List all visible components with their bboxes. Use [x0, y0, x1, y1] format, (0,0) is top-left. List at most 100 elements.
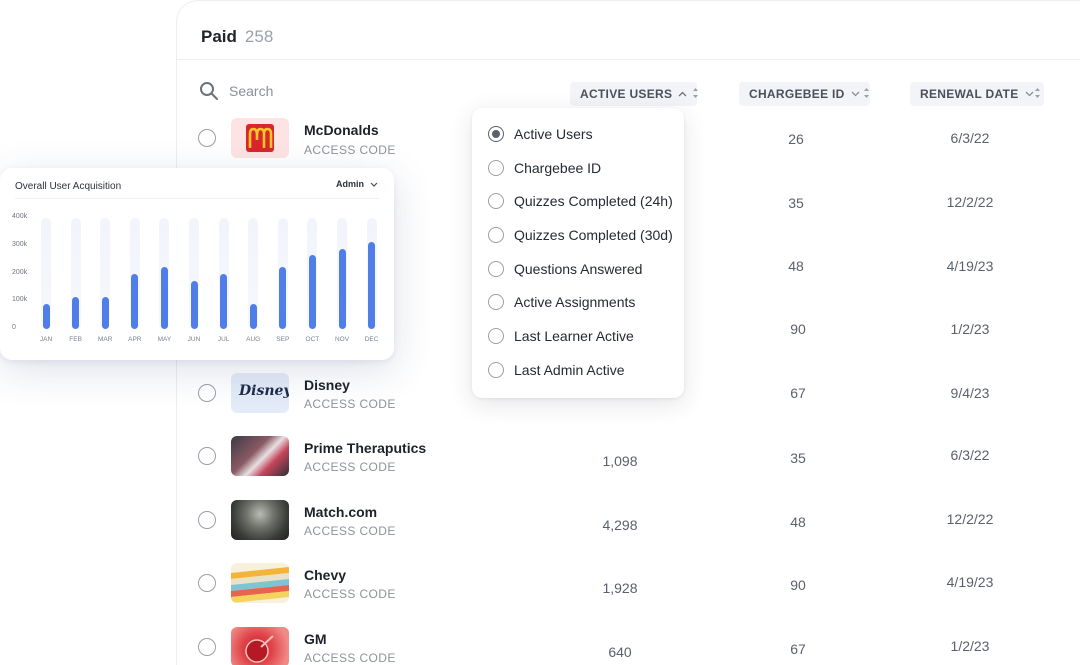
sort-icon[interactable]: [863, 87, 870, 99]
dropdown-option-quizzes-30d[interactable]: Quizzes Completed (30d): [488, 227, 673, 243]
dropdown-option-last-admin-active[interactable]: Last Admin Active: [488, 362, 625, 378]
active-users-cell: 640: [608, 644, 632, 660]
x-tick-label: JUL: [217, 336, 230, 343]
radio-icon: [488, 261, 504, 277]
x-tick-label: MAR: [97, 336, 113, 343]
bar-jun[interactable]: [190, 281, 198, 329]
chevron-down-icon: [851, 91, 860, 97]
sort-icon[interactable]: [1034, 87, 1041, 99]
table-row[interactable]: Prime Theraputics ACCESS CODE 1,098 35 6…: [177, 425, 1080, 489]
chargebee-id-cell: 35: [788, 195, 804, 211]
column-header-renewal-date[interactable]: RENEWAL DATE: [910, 82, 1044, 106]
match-com-logo: [231, 500, 289, 540]
column-header-label: RENEWAL DATE: [920, 87, 1019, 101]
radio-icon: [488, 328, 504, 344]
chargebee-id-cell: 67: [790, 385, 806, 401]
column-header-chargebee-id[interactable]: CHARGEBEE ID: [739, 82, 870, 106]
user-acquisition-chart-card: Overall User Acquisition Admin 0 100k 200k…: [0, 168, 394, 360]
y-tick-label: 300k: [12, 240, 28, 248]
x-tick-label: APR: [128, 336, 142, 343]
renewal-date-cell: 6/3/22: [950, 447, 990, 463]
sort-by-dropdown: Active Users Chargebee ID Quizzes Comple…: [472, 108, 684, 398]
x-tick-label: NOV: [334, 336, 350, 343]
dropdown-option-active-users[interactable]: Active Users: [488, 126, 593, 142]
chart-filter-dropdown[interactable]: Admin: [336, 179, 378, 189]
access-code-label: ACCESS CODE: [304, 587, 396, 601]
chart-divider: [15, 198, 379, 199]
bar-oct[interactable]: [308, 254, 316, 329]
renewal-date-cell: 9/4/23: [950, 385, 990, 401]
chargebee-id-cell: 35: [790, 450, 806, 466]
sort-icon[interactable]: [692, 87, 699, 99]
chargebee-id-cell: 67: [790, 641, 806, 657]
table-row[interactable]: Match.com ACCESS CODE 4,298 48 12/2/22: [177, 489, 1080, 553]
row-select-radio[interactable]: [198, 511, 216, 529]
row-select-radio[interactable]: [198, 384, 216, 402]
renewal-date-cell: 6/3/22: [950, 130, 990, 146]
row-select-radio[interactable]: [198, 574, 216, 592]
x-tick-label: SEP: [276, 336, 290, 343]
x-tick-label: OCT: [305, 336, 320, 343]
bar-aug[interactable]: [249, 304, 257, 329]
x-tick-label: JUN: [187, 336, 201, 343]
column-header-active-users[interactable]: ACTIVE USERS: [570, 82, 698, 106]
dropdown-option-label: Quizzes Completed (24h): [514, 193, 673, 209]
table-row[interactable]: GM ACCESS CODE 640 67 1/2/23: [177, 616, 1080, 665]
radio-icon: [488, 193, 504, 209]
table-row[interactable]: Chevy ACCESS CODE 1,928 90 4/19/23: [177, 552, 1080, 616]
record-count: 258: [244, 27, 274, 46]
bar-dec[interactable]: [368, 242, 376, 329]
access-code-label: ACCESS CODE: [304, 524, 396, 538]
dropdown-option-questions-answered[interactable]: Questions Answered: [488, 261, 642, 277]
dropdown-option-quizzes-24h[interactable]: Quizzes Completed (24h): [488, 193, 673, 209]
y-tick-label: 100k: [12, 296, 28, 304]
bar-mar[interactable]: [101, 297, 109, 329]
dropdown-option-label: Last Learner Active: [514, 328, 634, 344]
column-header-label: ACTIVE USERS: [580, 87, 673, 101]
active-users-cell: 4,298: [602, 517, 638, 533]
prime-theraputics-logo: [231, 436, 289, 476]
renewal-date-cell: 12/2/22: [946, 194, 994, 210]
company-name: Prime Theraputics: [304, 440, 427, 456]
chevy-logo: [231, 563, 289, 603]
dropdown-option-label: Quizzes Completed (30d): [514, 227, 673, 243]
dropdown-option-active-assignments[interactable]: Active Assignments: [488, 294, 635, 310]
dropdown-option-label: Chargebee ID: [514, 160, 602, 176]
x-tick-label: MAY: [157, 336, 172, 343]
bar-feb[interactable]: [72, 297, 80, 329]
chargebee-id-cell: 90: [790, 577, 806, 593]
chart-title: Overall User Acquisition: [15, 181, 122, 192]
row-select-radio[interactable]: [198, 447, 216, 465]
row-select-radio[interactable]: [198, 638, 216, 656]
chargebee-id-cell: 48: [788, 258, 804, 274]
chart-filter-label: Admin: [336, 179, 364, 189]
renewal-date-cell: 4/19/23: [946, 258, 994, 274]
bar-may[interactable]: [160, 267, 168, 329]
dropdown-option-label: Questions Answered: [514, 261, 643, 277]
bar-jan[interactable]: [42, 304, 50, 329]
y-tick-label: 200k: [12, 268, 28, 276]
search-icon: [200, 82, 218, 100]
search-bar: [199, 81, 429, 101]
search-input[interactable]: [229, 83, 429, 99]
radio-icon: [488, 160, 504, 176]
mcdonalds-logo: [231, 118, 289, 158]
chargebee-id-cell: 48: [790, 514, 806, 530]
renewal-date-cell: 1/2/23: [950, 638, 990, 654]
bar-nov[interactable]: [338, 248, 346, 329]
renewal-date-cell: 4/19/23: [946, 574, 994, 590]
y-tick-label: 400k: [12, 213, 28, 220]
access-code-label: ACCESS CODE: [304, 143, 396, 157]
active-users-cell: 1,928: [602, 580, 638, 596]
x-tick-label: JAN: [39, 336, 53, 343]
bar-apr[interactable]: [131, 273, 139, 329]
bar-jul[interactable]: [220, 273, 228, 329]
gm-logo: [231, 627, 289, 665]
company-name: McDonalds: [304, 122, 379, 138]
y-tick-label: 0: [12, 324, 16, 331]
row-select-radio[interactable]: [198, 129, 216, 147]
dropdown-option-chargebee-id[interactable]: Chargebee ID: [488, 160, 601, 176]
bar-sep[interactable]: [279, 267, 287, 329]
x-tick-label: FEB: [69, 336, 82, 343]
dropdown-option-last-learner-active[interactable]: Last Learner Active: [488, 328, 634, 344]
